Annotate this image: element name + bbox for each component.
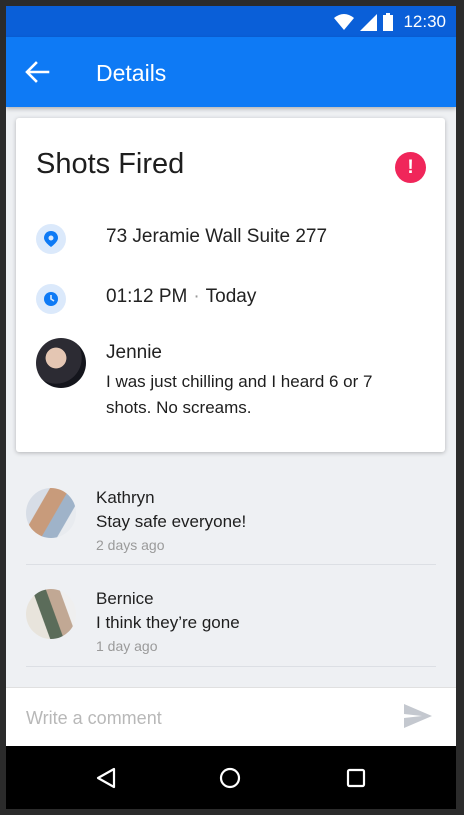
- page-title: Details: [96, 60, 167, 86]
- incident-time: 01:12 PM · Today: [106, 286, 256, 308]
- comment-composer: [6, 687, 456, 747]
- send-icon: [404, 704, 432, 728]
- reporter-message: I was just chilling and I heard 6 or 7 s…: [106, 372, 373, 417]
- incident-day: Today: [205, 286, 257, 307]
- location-pin-icon: [36, 224, 66, 254]
- divider: [26, 666, 436, 667]
- comment-author: Bernice: [96, 589, 154, 608]
- avatar[interactable]: [26, 589, 76, 639]
- signal-icon: [360, 13, 378, 31]
- system-nav-bar: [6, 746, 456, 809]
- alert-icon: !: [395, 152, 426, 183]
- comment-text: I think they’re gone: [96, 613, 240, 632]
- phone-screen: 12:30 Details Shots Fired ! 73 Jeramie W…: [6, 6, 456, 809]
- nav-recent-icon: [346, 768, 366, 788]
- list-item[interactable]: Kathryn Stay safe everyone! 2 days ago: [26, 476, 436, 576]
- reporter-name: Jennie: [106, 342, 162, 363]
- nav-recent-button[interactable]: [344, 766, 370, 790]
- wifi-icon: [334, 14, 355, 30]
- incident-time-value: 01:12 PM: [106, 286, 188, 307]
- nav-back-button[interactable]: [94, 766, 120, 790]
- send-button[interactable]: [404, 704, 434, 730]
- status-bar: 12:30: [6, 6, 456, 37]
- back-arrow-icon: [25, 61, 50, 83]
- app-bar: Details: [6, 37, 456, 107]
- nav-home-button[interactable]: [218, 766, 244, 790]
- incident-address: 73 Jeramie Wall Suite 277: [106, 226, 328, 247]
- comment-text: Stay safe everyone!: [96, 512, 247, 531]
- comment-timestamp: 2 days ago: [96, 537, 165, 553]
- avatar[interactable]: [26, 488, 76, 538]
- comment-author: Kathryn: [96, 488, 155, 507]
- time-separator: ·: [193, 286, 200, 307]
- back-button[interactable]: [24, 59, 54, 85]
- avatar[interactable]: [36, 338, 86, 388]
- incident-title: Shots Fired: [36, 148, 185, 180]
- comment-timestamp: 1 day ago: [96, 638, 158, 654]
- nav-home-icon: [219, 767, 241, 789]
- status-time: 12:30: [403, 12, 446, 31]
- list-item[interactable]: Bernice I think they’re gone 1 day ago: [26, 577, 436, 677]
- divider: [26, 564, 436, 565]
- incident-card: Shots Fired ! 73 Jeramie Wall Suite 277 …: [16, 118, 445, 452]
- nav-back-icon: [96, 767, 116, 789]
- comment-input[interactable]: [24, 700, 388, 736]
- clock-icon: [36, 284, 66, 314]
- battery-icon: [383, 13, 394, 31]
